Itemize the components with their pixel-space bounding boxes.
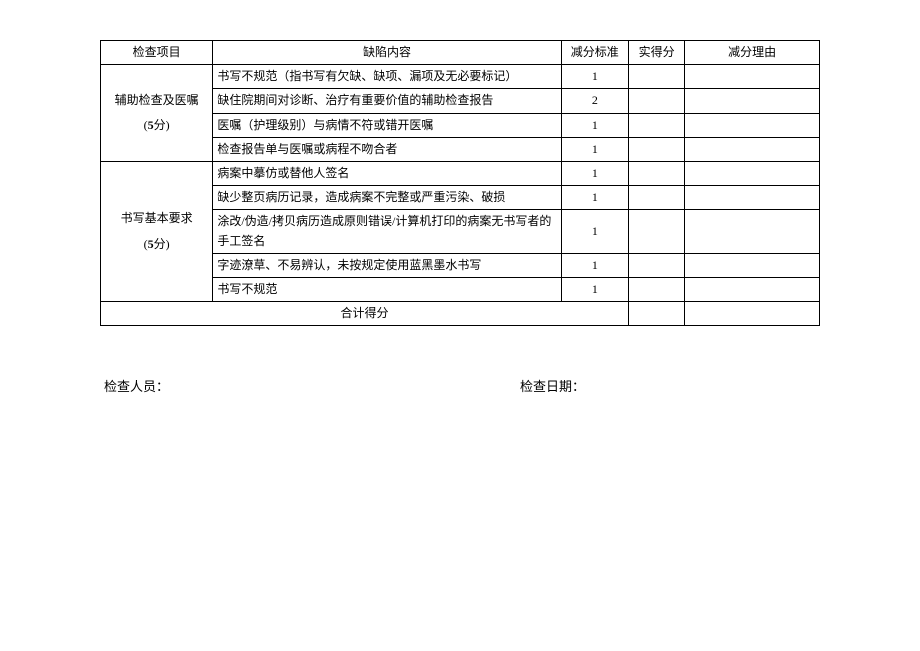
footer-date: 检查日期： xyxy=(400,376,816,395)
reason-cell[interactable] xyxy=(685,210,820,253)
footer-checker: 检查人员： xyxy=(104,376,400,395)
header-row: 检查项目 缺陷内容 减分标准 实得分 减分理由 xyxy=(101,41,820,65)
defect-cell: 缺少整页病历记录，造成病案不完整或严重污染、破损 xyxy=(213,186,561,210)
header-defect: 缺陷内容 xyxy=(213,41,561,65)
reason-cell[interactable] xyxy=(685,89,820,113)
defect-cell: 缺住院期间对诊断、治疗有重要价值的辅助检查报告 xyxy=(213,89,561,113)
defect-cell: 检查报告单与医嘱或病程不吻合者 xyxy=(213,137,561,161)
section-points: (5分) xyxy=(105,116,208,135)
defect-cell: 书写不规范（指书写有欠缺、缺项、漏项及无必要标记） xyxy=(213,65,561,89)
section-0-item-cell: 辅助检查及医嘱 (5分) xyxy=(101,65,213,162)
reason-cell[interactable] xyxy=(685,186,820,210)
table-row: 书写基本要求 (5分) 病案中摹仿或替他人签名 1 xyxy=(101,161,820,185)
std-cell: 1 xyxy=(561,161,628,185)
reason-cell[interactable] xyxy=(685,65,820,89)
inspection-table: 检查项目 缺陷内容 减分标准 实得分 减分理由 辅助检查及医嘱 (5分) 书写不… xyxy=(100,40,820,326)
score-cell[interactable] xyxy=(629,113,685,137)
section-1-item-cell: 书写基本要求 (5分) xyxy=(101,161,213,301)
total-reason[interactable] xyxy=(685,302,820,326)
score-cell[interactable] xyxy=(629,161,685,185)
score-cell[interactable] xyxy=(629,186,685,210)
reason-cell[interactable] xyxy=(685,277,820,301)
header-item: 检查项目 xyxy=(101,41,213,65)
header-score: 实得分 xyxy=(629,41,685,65)
reason-cell[interactable] xyxy=(685,253,820,277)
total-score[interactable] xyxy=(629,302,685,326)
score-cell[interactable] xyxy=(629,137,685,161)
total-row: 合计得分 xyxy=(101,302,820,326)
std-cell: 1 xyxy=(561,186,628,210)
score-cell[interactable] xyxy=(629,277,685,301)
std-cell: 1 xyxy=(561,277,628,301)
header-reason: 减分理由 xyxy=(685,41,820,65)
footer: 检查人员： 检查日期： xyxy=(100,376,820,395)
defect-cell: 医嘱（护理级别）与病情不符或错开医嘱 xyxy=(213,113,561,137)
defect-cell: 字迹潦草、不易辨认，未按规定使用蓝黑墨水书写 xyxy=(213,253,561,277)
std-cell: 1 xyxy=(561,210,628,253)
score-cell[interactable] xyxy=(629,210,685,253)
section-title: 书写基本要求 xyxy=(105,209,208,228)
defect-cell: 病案中摹仿或替他人签名 xyxy=(213,161,561,185)
std-cell: 1 xyxy=(561,253,628,277)
std-cell: 1 xyxy=(561,113,628,137)
score-cell[interactable] xyxy=(629,65,685,89)
checker-label: 检查人员： xyxy=(104,379,169,394)
section-title: 辅助检查及医嘱 xyxy=(105,91,208,110)
std-cell: 1 xyxy=(561,65,628,89)
date-label: 检查日期： xyxy=(520,379,585,394)
table-row: 辅助检查及医嘱 (5分) 书写不规范（指书写有欠缺、缺项、漏项及无必要标记） 1 xyxy=(101,65,820,89)
total-label: 合计得分 xyxy=(101,302,629,326)
score-cell[interactable] xyxy=(629,89,685,113)
defect-cell: 书写不规范 xyxy=(213,277,561,301)
defect-cell: 涂改/伪造/拷贝病历造成原则错误/计算机打印的病案无书写者的手工签名 xyxy=(213,210,561,253)
header-std: 减分标准 xyxy=(561,41,628,65)
reason-cell[interactable] xyxy=(685,161,820,185)
score-cell[interactable] xyxy=(629,253,685,277)
reason-cell[interactable] xyxy=(685,137,820,161)
std-cell: 1 xyxy=(561,137,628,161)
std-cell: 2 xyxy=(561,89,628,113)
section-points: (5分) xyxy=(105,235,208,254)
reason-cell[interactable] xyxy=(685,113,820,137)
